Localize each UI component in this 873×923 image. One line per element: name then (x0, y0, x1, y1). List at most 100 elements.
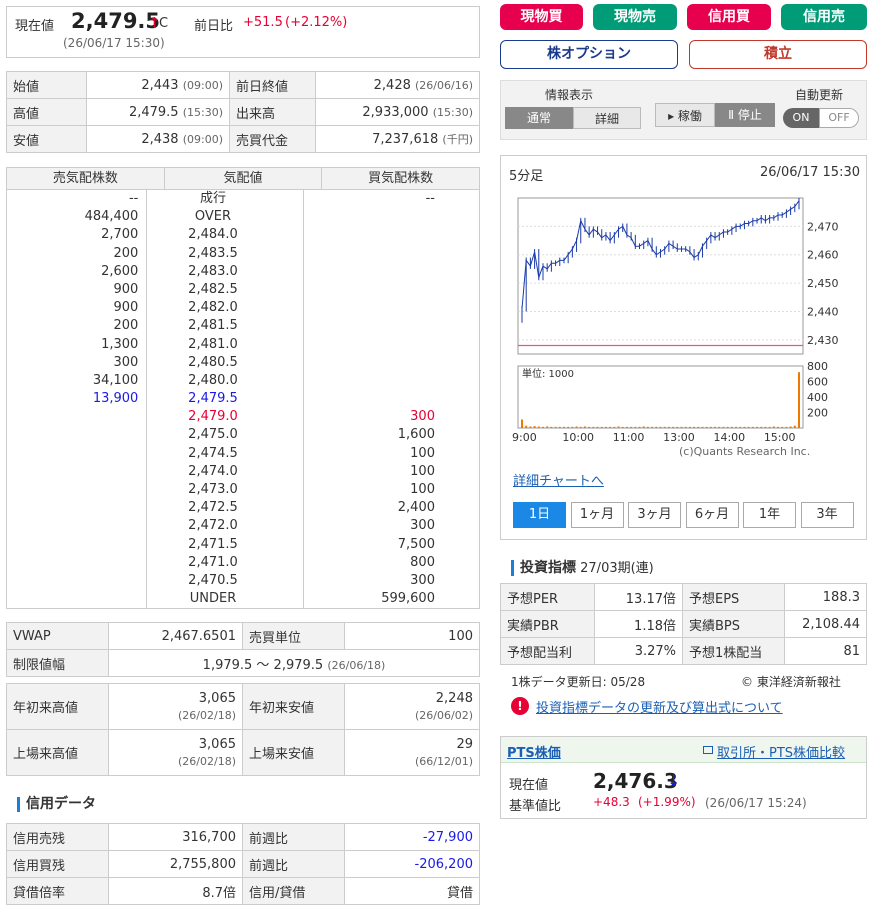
volume-bar (604, 426, 607, 428)
spot-buy-button[interactable]: 現物買 (500, 4, 583, 30)
price-tick-label: 2,450 (807, 277, 839, 290)
ob-price: 2,475.0 (146, 426, 304, 445)
ob-buy-qty: 100 (410, 463, 435, 479)
options-button[interactable]: 株オプション (500, 40, 678, 69)
indicator-label: 予想配当利 (500, 637, 595, 665)
display-detail-button[interactable]: 詳細 (573, 107, 641, 129)
ob-buy-qty (304, 263, 479, 281)
ob-sell-qty (7, 590, 146, 608)
auto-off-toggle[interactable]: OFF (819, 108, 859, 128)
auto-on-toggle[interactable]: ON (783, 108, 819, 128)
volume-bar (583, 426, 586, 428)
savings-button[interactable]: 積立 (689, 40, 867, 69)
ob-buy-qty (304, 390, 479, 408)
ob-buy-qty (304, 372, 479, 390)
ob-price: 2,473.0 (146, 481, 304, 500)
ob-header-sell: 売気配株数 (52, 171, 118, 186)
yearly-value: 3,065 (198, 736, 236, 752)
detail-chart-link[interactable]: 詳細チャートへ (513, 470, 604, 489)
order-book: 売気配株数 気配値 買気配株数 -- 成行 -- 484,400 OVER 2,700 2,… (6, 167, 480, 610)
ob-row: 2,474.5 100 (7, 444, 479, 463)
volume-bar (579, 426, 582, 428)
ob-price: 2,480.0 (146, 371, 304, 391)
limit-range-cell: 1,979.5 〜 2,979.5 (26/06/18) (108, 649, 480, 677)
credit-value: 316,700 (108, 823, 243, 851)
run-button[interactable]: ▸ 稼働 (655, 103, 715, 127)
ohlc-table: 始値 2,443 (09:00) 前日終値 2,428 (26/06/16) 高値 2,4… (6, 71, 480, 153)
ob-sell-qty: 484,400 (84, 209, 139, 225)
credit-label: 前週比 (242, 823, 345, 851)
chart-period-tab[interactable]: 1ヶ月 (570, 502, 624, 528)
pts-title[interactable]: PTS株価 (507, 742, 561, 761)
margin-sell-button[interactable]: 信用売 (781, 4, 867, 30)
chart-period-tab[interactable]: 3年 (800, 502, 854, 528)
pts-change-pct: (+1.99%) (638, 795, 696, 809)
ob-buy-qty (304, 354, 479, 372)
volume-bar (789, 426, 792, 428)
volume-bar (709, 426, 712, 428)
ob-sell-qty (7, 463, 146, 481)
time-tick-label: 9:00 (512, 431, 537, 444)
ob-header-price: 気配値 (163, 168, 323, 189)
quote-time: (26/06/17 15:30) (63, 36, 165, 50)
volume-unit-label: 単位: 1000 (522, 367, 574, 380)
quote-box: 現在値 2,479.5 ↑ C 前日比 +51.5 (+2.12%) (26/0… (6, 6, 480, 58)
ohlc-value: 2,428 (373, 77, 411, 93)
credit-row: 信用売残 316,700 前週比 -27,900 (6, 823, 480, 851)
volume-tick-label: 800 (807, 360, 828, 373)
ohlc-time: (09:00) (182, 78, 223, 92)
volume-bar (554, 426, 557, 428)
ob-buy-qty (304, 299, 479, 317)
stop-button[interactable]: Ⅱ 停止 (715, 103, 775, 127)
indicator-value: 2,108.44 (784, 610, 867, 638)
ob-row: 34,100 2,480.0 (7, 371, 479, 391)
yearly-table: 年初来高値 3,065 (26/02/18) 年初来安値 2,248 (26/06/02)… (6, 683, 480, 776)
ob-price: 2,483.5 (146, 244, 304, 263)
ob-price: UNDER (146, 590, 304, 609)
chart-period-tab[interactable]: 1年 (743, 502, 796, 528)
ob-price: 2,471.5 (146, 535, 304, 554)
volume-bar (588, 426, 591, 428)
volume-bar (596, 426, 599, 428)
ob-buy-qty (304, 281, 479, 299)
ob-price: 2,471.0 (146, 553, 304, 572)
ohlc-time: (千円) (442, 133, 473, 146)
ob-buy-qty: 2,400 (397, 500, 435, 516)
ob-sell-qty: 900 (113, 281, 139, 297)
chart-period-tab[interactable]: 6ヶ月 (685, 502, 739, 528)
display-normal-button[interactable]: 通常 (505, 107, 573, 129)
ob-row: 300 2,480.5 (7, 353, 479, 372)
ob-price: 2,484.0 (146, 226, 304, 245)
ohlc-label: 売買代金 (229, 125, 316, 153)
chart-period-tab[interactable]: 3ヶ月 (628, 502, 681, 528)
pts-compare-link[interactable]: 取引所・PTS株価比較 (717, 742, 845, 761)
chart-period-tab[interactable]: 1日 (513, 502, 566, 528)
volume-tick-label: 400 (807, 391, 828, 404)
ob-row: 2,472.5 2,400 (7, 499, 479, 518)
volume-bar (646, 426, 649, 428)
indicators-table: 予想PER 13.17倍 予想EPS 188.3 実績PBR 1.18倍 実績BPS 2,10… (500, 583, 867, 665)
price-mark: C (159, 16, 169, 31)
volume-bar (735, 426, 738, 428)
volume-bar (730, 426, 733, 428)
ob-sell-qty: 2,700 (101, 227, 139, 243)
price-tick-label: 2,430 (807, 334, 839, 347)
ob-sell-qty (7, 536, 146, 554)
indicators-link[interactable]: 投資指標データの更新及び算出式について (536, 697, 783, 716)
ob-row: 2,470.5 300 (7, 571, 479, 591)
volume-bar (600, 426, 603, 428)
volume-bar (621, 426, 624, 428)
volume-bar (697, 426, 700, 428)
ob-sell-qty: 300 (113, 354, 139, 370)
volume-bar (533, 426, 536, 428)
credit-label: 信用/貸借 (242, 877, 345, 905)
credit-table: 信用売残 316,700 前週比 -27,900 信用買残 2,755,800 前週比 -20… (6, 823, 480, 905)
change-percent: (+2.12%) (285, 15, 348, 30)
volume-bar (705, 426, 708, 428)
spot-sell-button[interactable]: 現物売 (593, 4, 677, 30)
time-tick-label: 10:00 (562, 431, 594, 444)
volume-bar (798, 372, 800, 428)
yearly-value-cell: 2,248 (26/06/02) (344, 683, 480, 730)
ob-sell-qty: 200 (113, 318, 139, 334)
margin-buy-button[interactable]: 信用買 (687, 4, 771, 30)
